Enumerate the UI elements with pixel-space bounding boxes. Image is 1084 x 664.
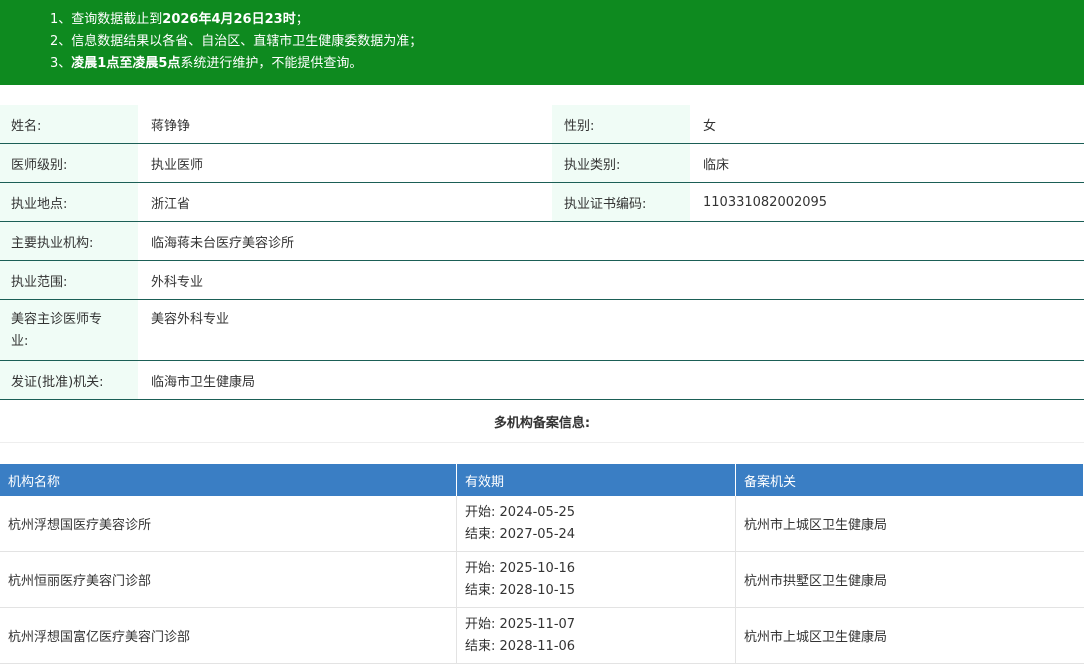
end-date: 结束: 2028-11-06: [465, 638, 576, 654]
level-value: 执业医师: [151, 157, 204, 173]
name-value: 蒋铮铮: [151, 118, 191, 134]
org-name: 杭州浮想国富亿医疗美容门诊部: [0, 608, 457, 663]
notice-banner: 1、查询数据截止到2026年4月26日23时； 2、信息数据结果以各省、自治区、…: [0, 0, 1084, 85]
info-row-location: 执业地点: 浙江省 执业证书编码: 110331082002095: [0, 183, 1084, 222]
notice-text: 系统进行维护，不能提供查询。: [180, 56, 363, 71]
notice-line-1: 1、查询数据截止到2026年4月26日23时；: [50, 9, 1084, 31]
validity-period: 开始: 2025-10-16 结束: 2028-10-15: [457, 552, 736, 607]
info-row-name: 姓名: 蒋铮铮 性别: 女: [0, 105, 1084, 144]
category-value: 临床: [703, 157, 730, 173]
name-label: 姓名:: [0, 105, 138, 143]
authority: 杭州市拱墅区卫生健康局: [744, 574, 888, 589]
org-value: 临海蒋未台医疗美容诊所: [151, 235, 295, 251]
gender-label: 性别:: [552, 105, 690, 143]
info-row-cosmetic: 美容主诊医师专业: 美容外科专业: [0, 300, 1084, 361]
start-date: 开始: 2025-10-16: [465, 560, 576, 576]
org-name: 杭州恒丽医疗美容门诊部: [0, 552, 457, 607]
multi-org-table: 机构名称 有效期 备案机关 杭州浮想国医疗美容诊所 开始: 2024-05-25…: [0, 464, 1084, 664]
info-row-scope: 执业范围: 外科专业: [0, 261, 1084, 300]
table-header: 机构名称 有效期 备案机关: [0, 464, 1084, 496]
multi-org-title: 多机构备案信息:: [0, 400, 1084, 443]
org-label: 主要执业机构:: [0, 222, 138, 260]
info-row-level: 医师级别: 执业医师 执业类别: 临床: [0, 144, 1084, 183]
validity-period: 开始: 2025-11-07 结束: 2028-11-06: [457, 608, 736, 663]
table-row: 杭州恒丽医疗美容门诊部 开始: 2025-10-16 结束: 2028-10-1…: [0, 552, 1084, 608]
scope-label: 执业范围:: [0, 261, 138, 299]
start-date: 开始: 2025-11-07: [465, 616, 576, 632]
notice-line-3: 3、凌晨1点至凌晨5点系统进行维护，不能提供查询。: [50, 53, 1084, 75]
start-date: 开始: 2024-05-25: [465, 504, 576, 520]
location-label: 执业地点:: [0, 183, 138, 221]
doctor-info-table: 姓名: 蒋铮铮 性别: 女 医师级别: 执业医师 执业类别: 临床 执业地点: …: [0, 105, 1084, 400]
scope-value: 外科专业: [151, 274, 204, 290]
notice-text: 3、: [50, 56, 72, 71]
header-authority: 备案机关: [736, 464, 1084, 496]
info-row-issuer: 发证(批准)机关: 临海市卫生健康局: [0, 361, 1084, 400]
notice-maintenance-time: 凌晨1点至凌晨5点: [71, 56, 181, 71]
cosmetic-value: 美容外科专业: [151, 312, 230, 327]
gender-value: 女: [703, 118, 717, 134]
notice-line-2: 2、信息数据结果以各省、自治区、直辖市卫生健康委数据为准；: [50, 34, 423, 49]
level-label: 医师级别:: [0, 144, 138, 182]
header-validity: 有效期: [457, 464, 736, 496]
cosmetic-label: 美容主诊医师专业:: [0, 300, 138, 360]
authority: 杭州市上城区卫生健康局: [744, 630, 888, 645]
end-date: 结束: 2028-10-15: [465, 582, 576, 598]
authority: 杭州市上城区卫生健康局: [744, 518, 888, 533]
validity-period: 开始: 2024-05-25 结束: 2027-05-24: [457, 496, 736, 551]
notice-text: 1、查询数据截止到: [50, 12, 163, 27]
location-value: 浙江省: [151, 196, 191, 212]
end-date: 结束: 2027-05-24: [465, 526, 576, 542]
org-name: 杭州浮想国医疗美容诊所: [0, 496, 457, 551]
notice-text: ；: [295, 12, 309, 27]
table-row: 杭州浮想国医疗美容诊所 开始: 2024-05-25 结束: 2027-05-2…: [0, 496, 1084, 552]
issuer-value: 临海市卫生健康局: [151, 374, 256, 390]
issuer-label: 发证(批准)机关:: [0, 361, 138, 399]
cert-label: 执业证书编码:: [552, 183, 690, 221]
category-label: 执业类别:: [552, 144, 690, 182]
header-org-name: 机构名称: [0, 464, 457, 496]
info-row-org: 主要执业机构: 临海蒋未台医疗美容诊所: [0, 222, 1084, 261]
cert-value: 110331082002095: [703, 194, 828, 210]
notice-date: 2026年4月26日23时: [162, 12, 296, 27]
